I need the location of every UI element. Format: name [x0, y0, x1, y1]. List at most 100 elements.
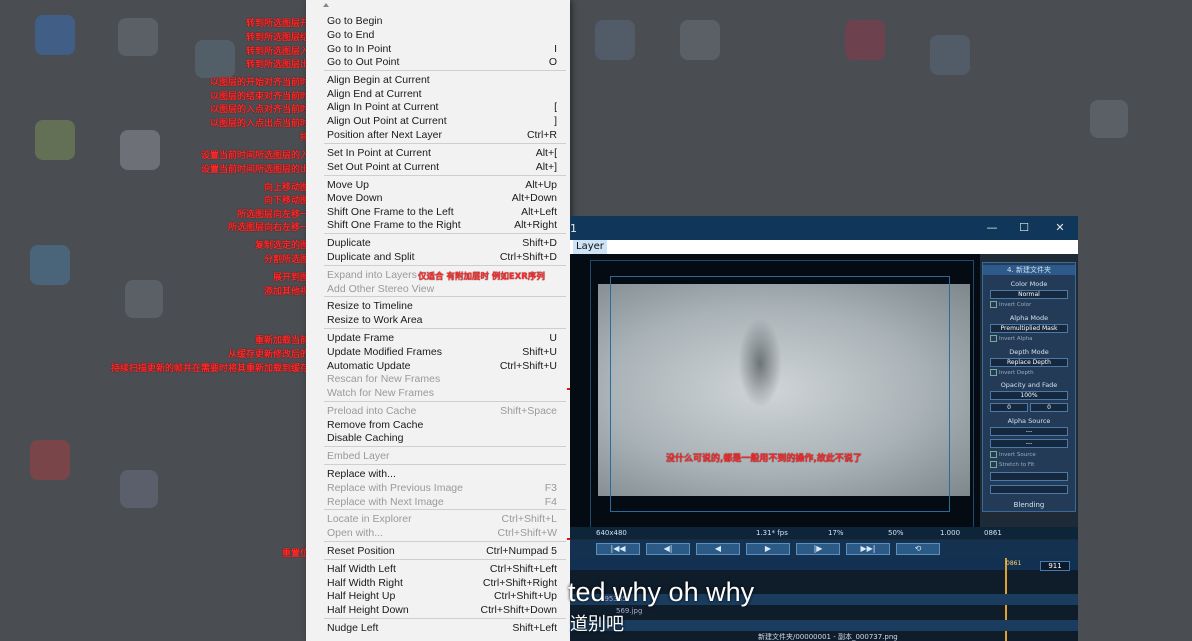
panel-title: 4. 新建文件夹	[983, 265, 1075, 275]
menu-item-replace-with[interactable]: Replace with...	[306, 468, 570, 482]
menu-item-locate-in-explorer[interactable]: Locate in Explorer Ctrl+Shift+L	[306, 513, 570, 527]
menu-item-shortcut: Alt+Down	[511, 192, 557, 204]
menu-separator	[324, 175, 566, 176]
menu-separator	[324, 70, 566, 71]
menu-item-label: Set In Point at Current	[327, 147, 431, 159]
menu-item-update-modified-frames[interactable]: Update Modified Frames Shift+U	[306, 346, 570, 360]
safe-frame-inner	[610, 276, 950, 512]
menu-item-label: Set Out Point at Current	[327, 161, 440, 173]
go-to-end-button[interactable]: ▶▶|	[846, 543, 890, 555]
menu-item-open-with[interactable]: Open with... Ctrl+Shift+W	[306, 527, 570, 541]
menu-item-replace-with-previous-image[interactable]: Replace with Previous Image F3	[306, 482, 570, 496]
end-frame-field[interactable]: 911	[1040, 561, 1070, 571]
menu-item-watch-for-new-frames[interactable]: Watch for New Frames	[306, 387, 570, 401]
menu-item-label: Duplicate	[327, 237, 371, 249]
maximize-icon[interactable]: ☐	[1014, 220, 1034, 236]
menu-item-reset-position[interactable]: Reset Position Ctrl+Numpad 5	[306, 545, 570, 559]
menu-item-go-to-out-point[interactable]: Go to Out Point O	[306, 56, 570, 70]
menu-item-move-down[interactable]: Move Down Alt+Down	[306, 192, 570, 206]
menu-item-shortcut: Shift+Space	[500, 405, 557, 417]
menu-item-preload-into-cache[interactable]: Preload into Cache Shift+Space	[306, 405, 570, 419]
menu-separator	[324, 143, 566, 144]
fade-out-field[interactable]: 0	[1030, 403, 1068, 412]
invert-alpha-checkbox[interactable]: Invert Alpha	[990, 335, 1033, 342]
menu-item-label: Watch for New Frames	[327, 387, 434, 399]
menu-separator	[324, 464, 566, 465]
menu-item-duplicate[interactable]: Duplicate Shift+D	[306, 237, 570, 251]
blending-label[interactable]: Blending	[983, 501, 1075, 509]
menu-item-shift-one-frame-to-the-left[interactable]: Shift One Frame to the Left Alt+Left	[306, 206, 570, 220]
play-backward-button[interactable]: ◀	[696, 543, 740, 555]
menu-item-go-to-begin[interactable]: Go to Begin	[306, 15, 570, 29]
alpha-source-select-2[interactable]: ---	[990, 439, 1068, 448]
menu-item-nudge-left[interactable]: Nudge Left Shift+Left	[306, 622, 570, 636]
menu-item-disable-caching[interactable]: Disable Caching	[306, 432, 570, 446]
menu-item-label: Nudge Left	[327, 622, 379, 634]
menu-item-align-in-point-at-current[interactable]: Align In Point at Current [	[306, 101, 570, 115]
menu-item-align-begin-at-current[interactable]: Align Begin at Current	[306, 74, 570, 88]
alpha-mode-label: Alpha Mode	[1009, 314, 1049, 322]
close-icon[interactable]: ✕	[1050, 220, 1070, 236]
menu-item-label: Go to End	[327, 29, 375, 41]
stretch-to-fit-checkbox[interactable]: Stretch to Fit	[990, 461, 1034, 468]
menu-item-half-width-left[interactable]: Half Width Left Ctrl+Shift+Left	[306, 563, 570, 577]
window-titlebar: 1 — ☐ ✕	[570, 216, 1078, 240]
blank-field-2[interactable]	[990, 485, 1068, 494]
menu-item-label: Shift One Frame to the Left	[327, 206, 454, 218]
menu-item-automatic-update[interactable]: Automatic Update Ctrl+Shift+U	[306, 360, 570, 374]
invert-source-checkbox[interactable]: Invert Source	[990, 451, 1036, 458]
annotation-note: 设置当前时间所选图层的入点	[200, 151, 318, 161]
menu-item-remove-from-cache[interactable]: Remove from Cache	[306, 419, 570, 433]
blank-field-1[interactable]	[990, 472, 1068, 481]
track-2[interactable]	[570, 620, 1078, 631]
loop-button[interactable]: ⟲	[896, 543, 940, 555]
alpha-mode-select[interactable]: Premultiplied Mask	[990, 324, 1068, 333]
menu-item-go-to-in-point[interactable]: Go to In Point I	[306, 43, 570, 57]
depth-mode-select[interactable]: Replace Depth	[990, 358, 1068, 367]
scroll-up-arrow-icon[interactable]	[323, 3, 329, 7]
step-back-button[interactable]: ◀|	[646, 543, 690, 555]
color-mode-select[interactable]: Normal	[990, 290, 1068, 299]
alpha-source-select[interactable]: ---	[990, 427, 1068, 436]
menu-item-add-other-stereo-view[interactable]: Add Other Stereo View	[306, 283, 570, 297]
menu-item-shortcut: Ctrl+Numpad 5	[486, 545, 557, 557]
fade-in-field[interactable]: 0	[990, 403, 1028, 412]
menu-item-half-height-up[interactable]: Half Height Up Ctrl+Shift+Up	[306, 590, 570, 604]
menu-item-align-end-at-current[interactable]: Align End at Current	[306, 88, 570, 102]
step-forward-button[interactable]: |▶	[796, 543, 840, 555]
menu-item-align-out-point-at-current[interactable]: Align Out Point at Current]	[306, 115, 570, 129]
menu-item-shortcut: Ctrl+Shift+L	[501, 513, 557, 525]
menu-item-set-out-point-at-current[interactable]: Set Out Point at Current Alt+]	[306, 161, 570, 175]
invert-color-checkbox[interactable]: Invert Color	[990, 301, 1031, 308]
invert-depth-checkbox[interactable]: Invert Depth	[990, 369, 1034, 376]
image-viewer[interactable]	[570, 254, 980, 528]
menu-item-move-up[interactable]: Move Up Alt+Up	[306, 179, 570, 193]
menu-item-update-frame[interactable]: Update Frame U	[306, 332, 570, 346]
minimize-icon[interactable]: —	[982, 220, 1002, 236]
opacity-field[interactable]: 100%	[990, 391, 1068, 400]
menu-item-half-height-down[interactable]: Half Height Down Ctrl+Shift+Down	[306, 604, 570, 618]
expand-layers-note: 仅适合 有附加层时 例如EXR序列	[418, 272, 545, 282]
menu-item-go-to-end[interactable]: Go to End	[306, 29, 570, 43]
menu-separator	[324, 446, 566, 447]
menu-item-label: Align End at Current	[327, 88, 422, 100]
menu-item-position-after-next-layer[interactable]: Position after Next Layer Ctrl+R	[306, 129, 570, 143]
play-button[interactable]: ▶	[746, 543, 790, 555]
menu-item-label: Embed Layer	[327, 450, 390, 462]
menu-item-shift-one-frame-to-the-right[interactable]: Shift One Frame to the Right Alt+Right	[306, 219, 570, 233]
menu-item-resize-to-work-area[interactable]: Resize to Work Area	[306, 314, 570, 328]
menu-item-replace-with-next-image[interactable]: Replace with Next Image F4	[306, 496, 570, 510]
menu-item-duplicate-and-split[interactable]: Duplicate and Split Ctrl+Shift+D	[306, 251, 570, 265]
go-to-start-button[interactable]: |◀◀	[596, 543, 640, 555]
menu-item-embed-layer[interactable]: Embed Layer	[306, 450, 570, 464]
menu-item-resize-to-timeline[interactable]: Resize to Timeline	[306, 300, 570, 314]
menu-layer[interactable]: Layer	[573, 240, 607, 254]
menu-item-shortcut: Shift+D	[522, 237, 557, 249]
annotation-note: 以图层的入点对齐当前时间	[209, 105, 318, 115]
track-3-label: 新建文件夹/00000001 - 副本_000737.png	[758, 633, 898, 641]
alpha-source-label: Alpha Source	[1007, 417, 1051, 425]
menu-item-rescan-for-new-frames[interactable]: Rescan for New Frames	[306, 373, 570, 387]
menu-item-half-width-right[interactable]: Half Width Right Ctrl+Shift+Right	[306, 577, 570, 591]
menu-item-shortcut: Ctrl+Shift+Up	[493, 590, 557, 602]
menu-item-set-in-point-at-current[interactable]: Set In Point at Current Alt+[	[306, 147, 570, 161]
